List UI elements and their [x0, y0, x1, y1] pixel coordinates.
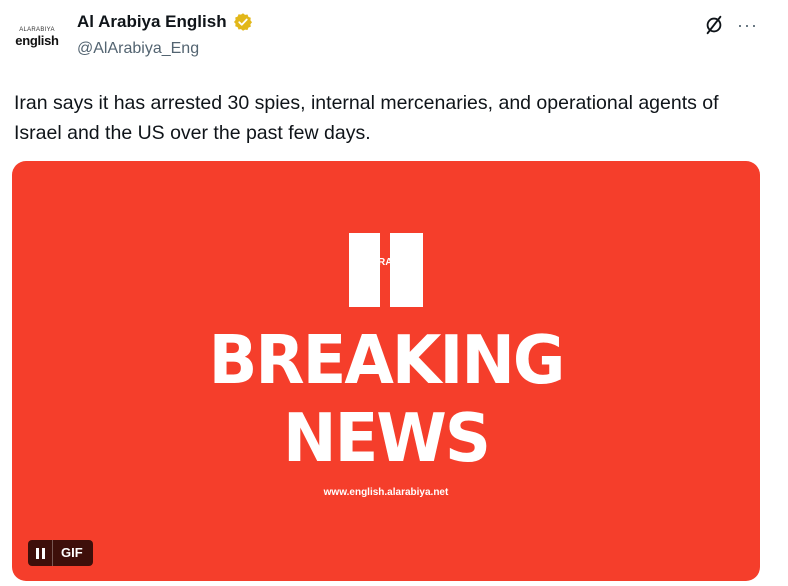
tweet-card: ALARABIYA english Al Arabiya English @Al… [0, 0, 788, 586]
media-gif[interactable]: RA BREAKING NEWS www.english.alarabiya.n… [12, 161, 760, 581]
pause-icon[interactable] [28, 540, 53, 566]
grok-slash-circle-icon[interactable] [703, 14, 725, 36]
alarabiya-logo: RA [349, 233, 423, 307]
logo-letters: RA [378, 257, 393, 268]
site-url: www.english.alarabiya.net [323, 487, 449, 498]
display-name[interactable]: Al Arabiya English [77, 12, 227, 32]
logo-stripe [380, 233, 390, 307]
gif-controls: GIF [28, 540, 93, 566]
more-options-icon[interactable]: ··· [737, 15, 758, 35]
avatar-big-text: english [15, 32, 59, 48]
top-actions: ··· [703, 14, 758, 36]
avatar[interactable]: ALARABIYA english [14, 14, 60, 60]
headline-breaking: BREAKING [208, 322, 566, 400]
verified-badge-icon[interactable] [233, 12, 253, 32]
author-handle[interactable]: @AlArabiya_Eng [77, 40, 199, 58]
author-name-row: Al Arabiya English [77, 12, 253, 32]
gif-badge: GIF [61, 545, 83, 560]
headline-news: NEWS [283, 400, 491, 478]
tweet-text: Iran says it has arrested 30 spies, inte… [14, 92, 719, 144]
